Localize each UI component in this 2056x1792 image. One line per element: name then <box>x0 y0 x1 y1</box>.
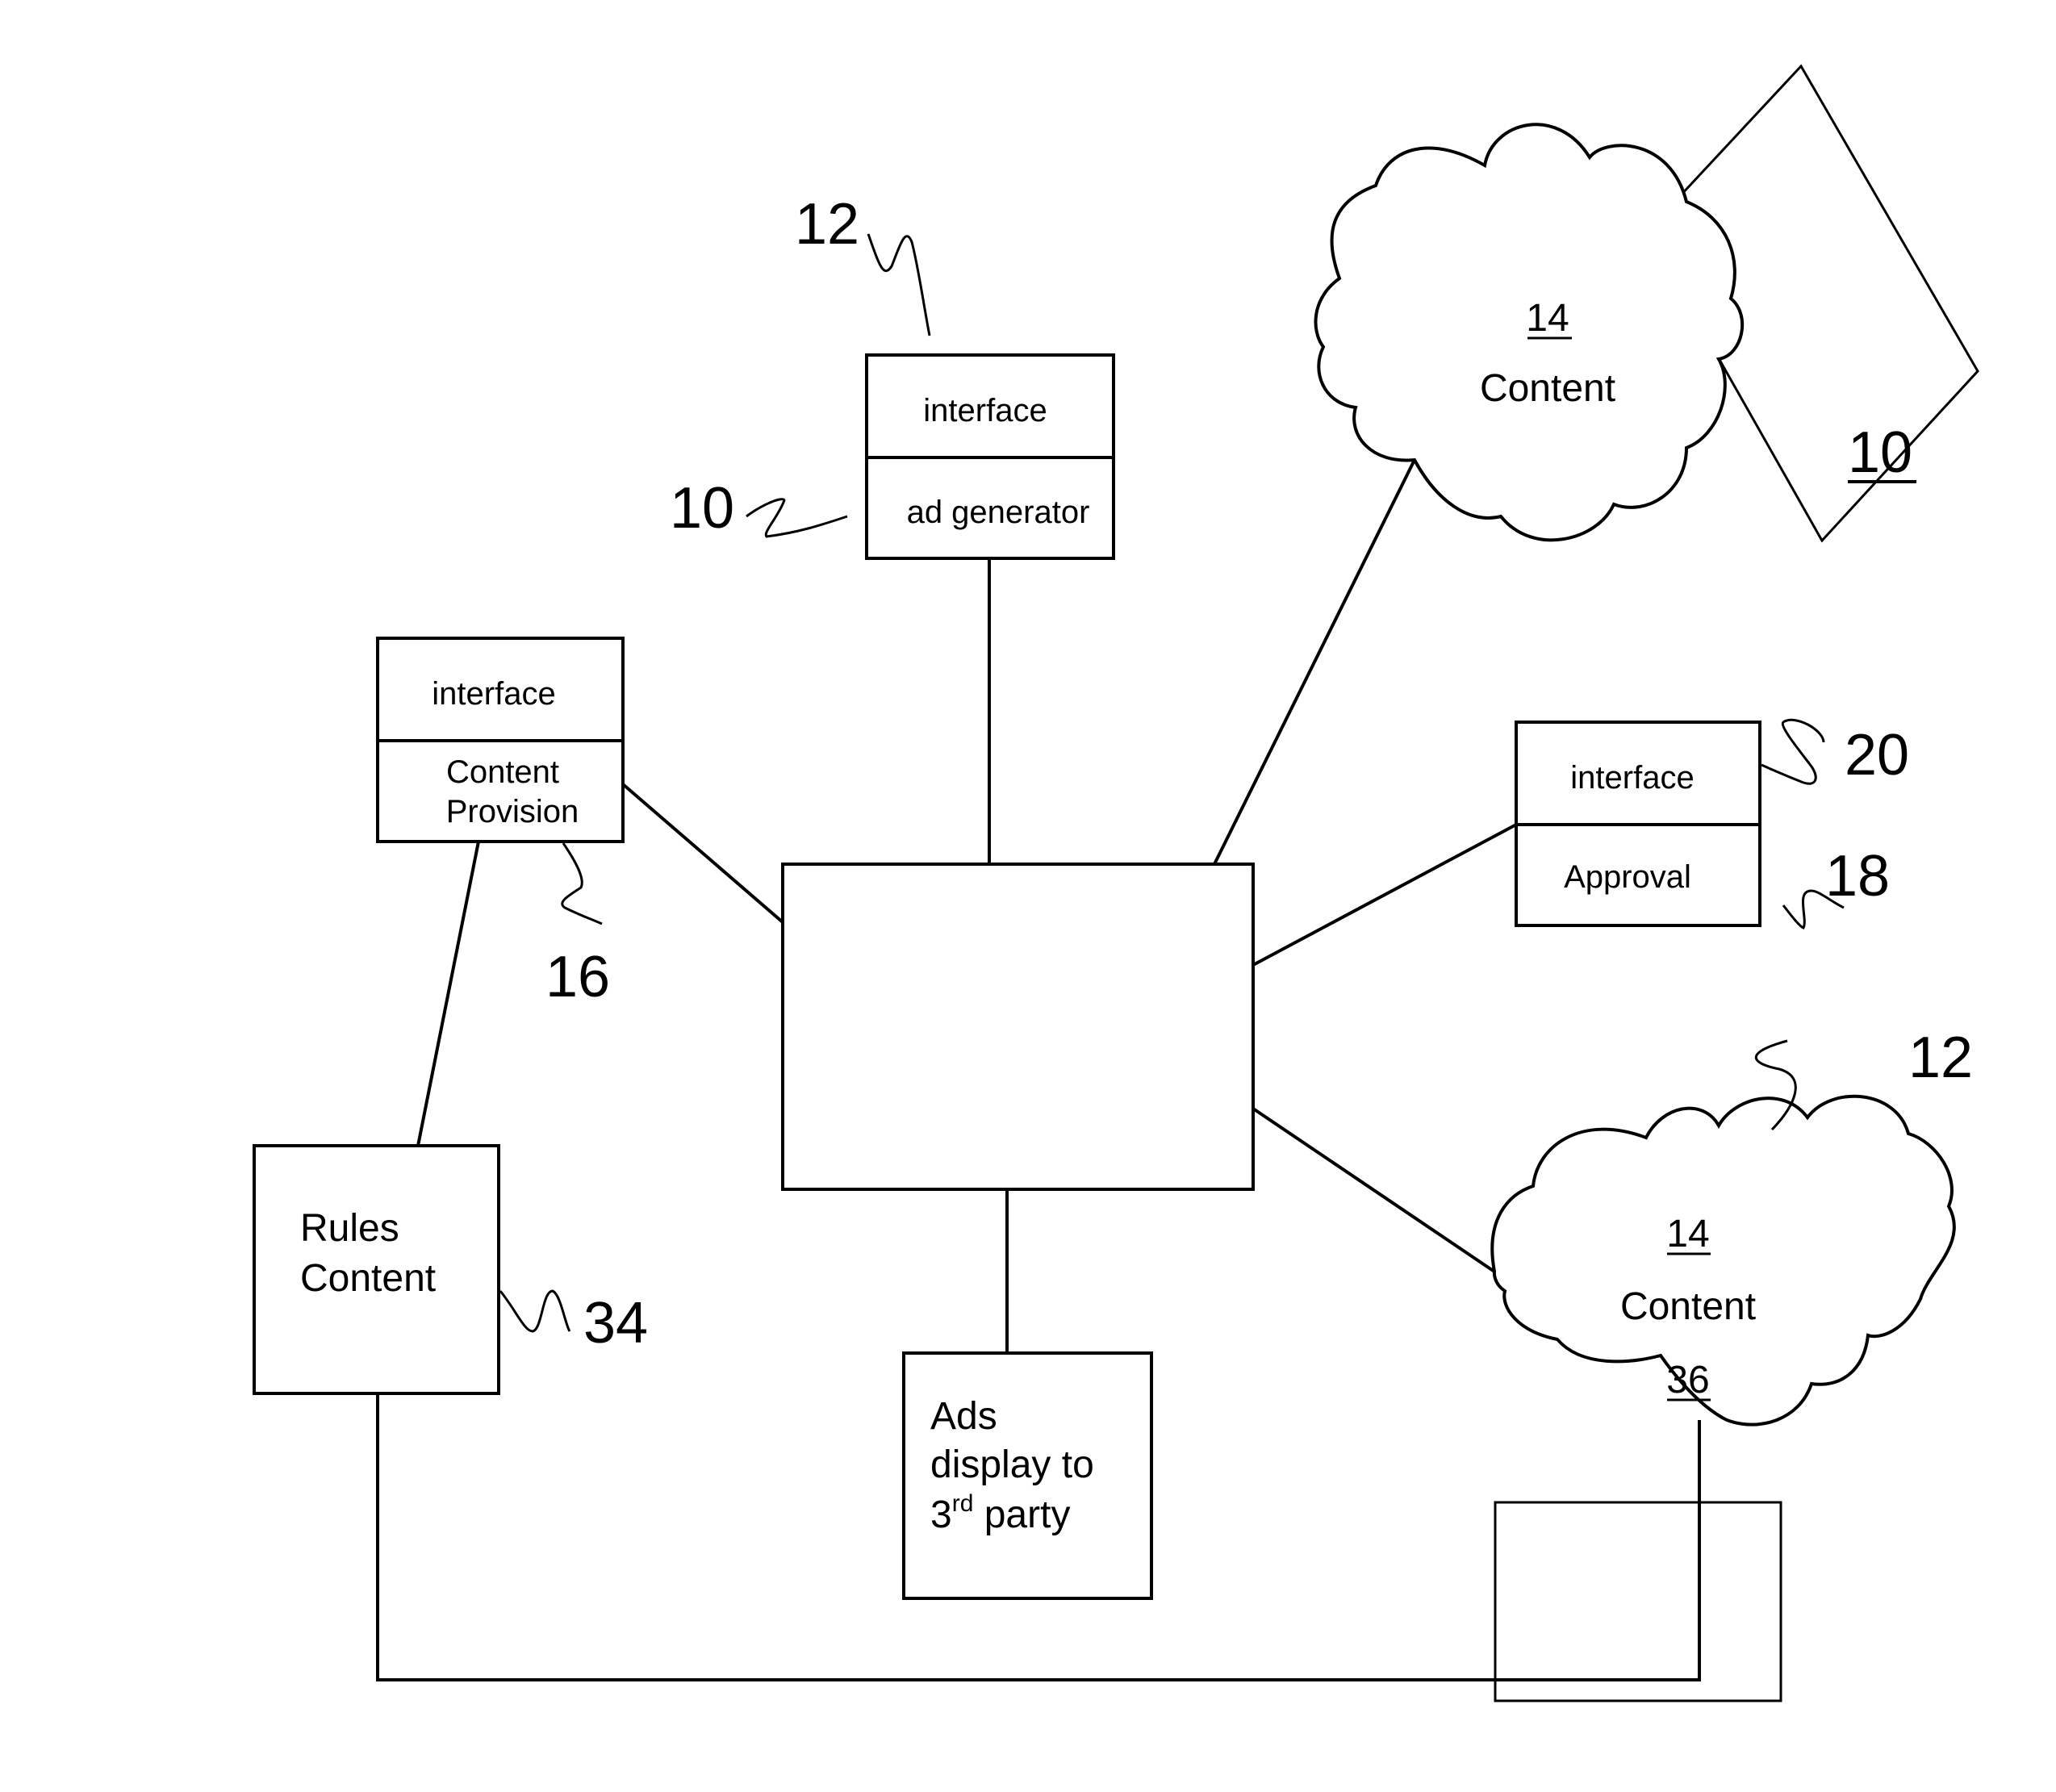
ads-display-line2: display to <box>930 1443 1094 1486</box>
central-server-box <box>781 863 1255 1191</box>
ads-display-line3: 3rd party <box>930 1490 1070 1536</box>
approval-box: interface Approval <box>1515 721 1761 927</box>
cloud-bottom-number2: 36 <box>1666 1359 1709 1401</box>
ads-display-line3-rest: party <box>973 1493 1070 1536</box>
ads-display-box: Ads display to 3rd party <box>902 1351 1153 1600</box>
connector-cp-rules <box>416 841 480 1147</box>
approval-label: Approval <box>1564 859 1691 895</box>
leader-16 <box>561 842 603 925</box>
rules-content-line1: Rules <box>300 1207 399 1250</box>
ref-12-bottom: 12 <box>1908 1025 1973 1090</box>
ref-34: 34 <box>583 1291 648 1355</box>
content-provision-interface-label: interface <box>432 676 555 712</box>
ref-10-adgen: 10 <box>670 476 734 541</box>
content-cloud-top: 14 Content <box>1314 123 1745 542</box>
cloud-bottom-label: Content <box>1620 1285 1756 1328</box>
connector-cp-central <box>621 783 784 924</box>
leader-12-top <box>867 233 931 336</box>
content-provision-label-line1: Content <box>446 754 559 790</box>
leader-10-adgen <box>746 498 848 538</box>
ads-display-line1: Ads <box>930 1395 997 1438</box>
figure-ref-label: 10 <box>1848 420 1912 485</box>
ref-16: 16 <box>545 945 610 1009</box>
ref-18: 18 <box>1825 844 1890 909</box>
ref-12-top: 12 <box>795 192 859 257</box>
ad-generator-interface-label: interface <box>923 393 1047 428</box>
cloud-top-label: Content <box>1480 367 1615 410</box>
content-cloud-bottom: 14 Content 36 <box>1490 1094 1956 1502</box>
approval-interface-label: interface <box>1570 760 1694 796</box>
cloud-bottom-number: 14 <box>1666 1213 1709 1255</box>
leader-34 <box>499 1289 571 1333</box>
connector-cloud-top-central <box>1213 459 1416 865</box>
connector-cloud-bottom-central <box>1252 1107 1496 1273</box>
leader-20 <box>1761 718 1825 785</box>
storage-rect <box>1494 1501 1782 1702</box>
ad-generator-label: ad generator <box>907 495 1090 530</box>
cloud-top-number: 14 <box>1526 297 1569 340</box>
rules-content-line2: Content <box>300 1257 436 1300</box>
ad-generator-box: interface ad generator <box>865 353 1115 560</box>
ads-display-line3-sup: rd <box>952 1490 974 1517</box>
cloud-bottom-shape <box>1490 1094 1956 1426</box>
connector-approval-central <box>1252 823 1517 967</box>
content-provision-box: interface Content Provision <box>376 637 625 843</box>
rules-content-box: Rules Content <box>253 1144 500 1395</box>
ads-display-line3-num: 3 <box>930 1493 952 1536</box>
content-provision-label-line2: Provision <box>446 794 579 829</box>
system-diagram: 10 14 Content 14 Content 36 12 interface… <box>253 64 1979 1702</box>
ref-20: 20 <box>1845 723 1909 787</box>
